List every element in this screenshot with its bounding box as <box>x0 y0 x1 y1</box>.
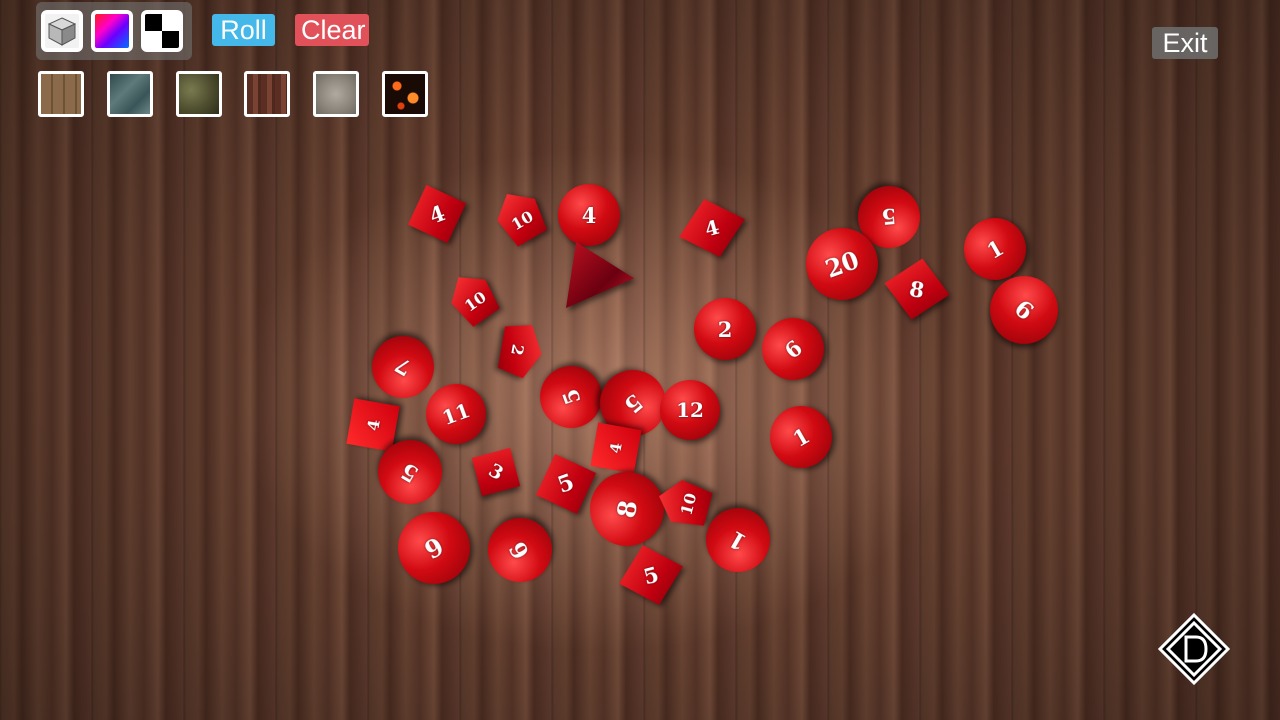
exit-button[interactable]: Exit <box>1152 27 1218 59</box>
d8-die[interactable]: 8 <box>879 253 955 326</box>
cube-icon <box>45 14 79 48</box>
d-logo-icon[interactable] <box>1157 612 1231 686</box>
checker-icon <box>145 14 179 48</box>
d10-die[interactable]: 2 <box>489 316 547 383</box>
dice-style-panel <box>36 2 192 60</box>
clear-button[interactable]: Clear <box>295 14 369 46</box>
d20-die[interactable]: 12 <box>660 380 720 440</box>
tri-die[interactable] <box>566 242 634 308</box>
color-gradient-icon <box>95 14 129 48</box>
texture-gray-stone[interactable] <box>313 71 359 117</box>
texture-wood-tile[interactable] <box>38 71 84 117</box>
die-face-value: 2 <box>507 342 529 358</box>
pattern-dice-swatch[interactable] <box>141 10 183 52</box>
d20-die[interactable]: 2 <box>694 298 756 360</box>
die-face-value: 12 <box>676 398 704 422</box>
plain-dice-swatch[interactable] <box>41 10 83 52</box>
die-face-value: 2 <box>717 316 733 342</box>
die-face-value: 5 <box>880 203 898 231</box>
texture-lava[interactable] <box>382 71 428 117</box>
color-dice-swatch[interactable] <box>91 10 133 52</box>
texture-mossy-stone[interactable] <box>176 71 222 117</box>
die-face-value: 4 <box>581 202 597 228</box>
texture-dark-wood[interactable] <box>244 71 290 117</box>
texture-teal-stone[interactable] <box>107 71 153 117</box>
d20-die[interactable]: 4 <box>558 184 620 246</box>
roll-button[interactable]: Roll <box>212 14 275 46</box>
